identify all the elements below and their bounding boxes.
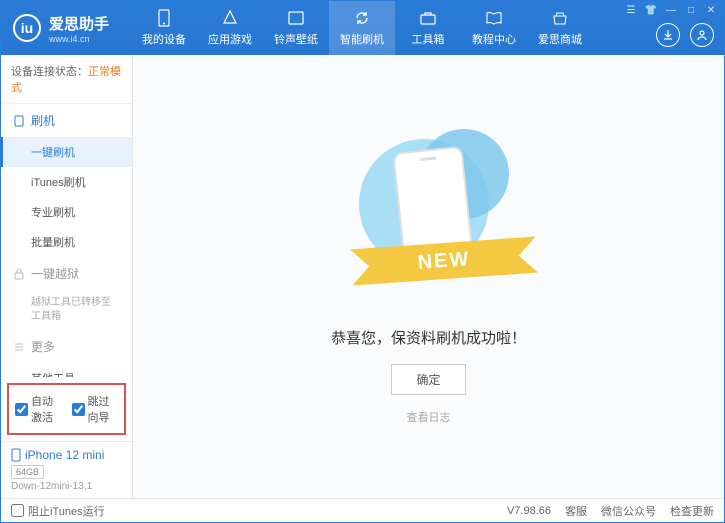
wallpaper-icon bbox=[287, 9, 305, 27]
footer: 阻止iTunes运行 V7.98.66 客服 微信公众号 检查更新 bbox=[1, 498, 724, 522]
view-log-link[interactable]: 查看日志 bbox=[407, 409, 451, 425]
group-flash[interactable]: 刷机 bbox=[1, 104, 132, 137]
top-nav: 我的设备 应用游戏 铃声壁纸 智能刷机 工具箱 教程中心 爱思商城 bbox=[131, 1, 593, 55]
device-box[interactable]: iPhone 12 mini 64GB Down-12mini-13,1 bbox=[1, 441, 132, 498]
store-icon bbox=[551, 9, 569, 27]
group-jailbreak[interactable]: 一键越狱 bbox=[1, 257, 132, 290]
item-itunes-flash[interactable]: iTunes刷机 bbox=[1, 167, 132, 197]
book-icon bbox=[485, 9, 503, 27]
jailbreak-note: 越狱工具已转移至工具箱 bbox=[1, 290, 132, 330]
device-status: 设备连接状态：正常模式 bbox=[1, 55, 132, 104]
phone-icon bbox=[155, 9, 173, 27]
titlebar-right-icons bbox=[656, 23, 714, 47]
device-model: Down-12mini-13,1 bbox=[11, 481, 122, 492]
brand-name: 爱思助手 bbox=[49, 13, 109, 34]
nav-flash[interactable]: 智能刷机 bbox=[329, 1, 395, 55]
toolbox-icon bbox=[419, 9, 437, 27]
success-illustration: NEW bbox=[349, 129, 509, 309]
nav-apps[interactable]: 应用游戏 bbox=[197, 1, 263, 55]
skin-icon[interactable]: 👕 bbox=[644, 3, 658, 17]
minimize-icon[interactable]: — bbox=[664, 3, 678, 17]
item-pro-flash[interactable]: 专业刷机 bbox=[1, 197, 132, 227]
apps-icon bbox=[221, 9, 239, 27]
version-label: V7.98.66 bbox=[507, 505, 551, 517]
item-other-tools[interactable]: 其他工具 bbox=[1, 363, 132, 377]
refresh-icon bbox=[353, 9, 371, 27]
user-icon[interactable] bbox=[690, 23, 714, 47]
body: 设备连接状态：正常模式 刷机 一键刷机 iTunes刷机 专业刷机 批量刷机 一… bbox=[1, 55, 724, 498]
nav-ringtone[interactable]: 铃声壁纸 bbox=[263, 1, 329, 55]
block-itunes-input[interactable] bbox=[11, 504, 24, 517]
sidebar-menu: 刷机 一键刷机 iTunes刷机 专业刷机 批量刷机 一键越狱 越狱工具已转移至… bbox=[1, 104, 132, 377]
lock-icon bbox=[13, 268, 25, 280]
block-itunes[interactable]: 阻止iTunes运行 bbox=[11, 503, 105, 519]
phone-small-icon bbox=[13, 115, 25, 127]
titlebar: iu 爱思助手 www.i4.cn 我的设备 应用游戏 铃声壁纸 智能刷机 工具… bbox=[1, 1, 724, 55]
download-icon[interactable] bbox=[656, 23, 680, 47]
cb-auto-activate[interactable]: 自动激活 bbox=[15, 393, 62, 425]
support-link[interactable]: 客服 bbox=[565, 503, 587, 519]
nav-tutorial[interactable]: 教程中心 bbox=[461, 1, 527, 55]
update-link[interactable]: 检查更新 bbox=[670, 503, 714, 519]
list-icon bbox=[13, 341, 25, 353]
cb-skip-guide-input[interactable] bbox=[72, 403, 85, 416]
device-icon bbox=[11, 448, 21, 462]
group-more[interactable]: 更多 bbox=[1, 330, 132, 363]
logo-icon: iu bbox=[13, 14, 41, 42]
ok-button[interactable]: 确定 bbox=[391, 364, 465, 395]
menu-icon[interactable]: ☰ bbox=[624, 3, 638, 17]
maximize-icon[interactable]: □ bbox=[684, 3, 698, 17]
nav-toolbox[interactable]: 工具箱 bbox=[395, 1, 461, 55]
device-storage: 64GB bbox=[11, 465, 44, 479]
cb-auto-activate-input[interactable] bbox=[15, 403, 28, 416]
brand-sub: www.i4.cn bbox=[49, 34, 109, 44]
close-icon[interactable]: ✕ bbox=[704, 3, 718, 17]
success-text: 恭喜您，保资料刷机成功啦！ bbox=[331, 327, 526, 348]
cb-skip-guide[interactable]: 跳过向导 bbox=[72, 393, 119, 425]
window-controls: ☰ 👕 — □ ✕ bbox=[624, 3, 718, 17]
footer-right: V7.98.66 客服 微信公众号 检查更新 bbox=[507, 503, 714, 519]
item-batch-flash[interactable]: 批量刷机 bbox=[1, 227, 132, 257]
sidebar: 设备连接状态：正常模式 刷机 一键刷机 iTunes刷机 专业刷机 批量刷机 一… bbox=[1, 55, 133, 498]
logo-area: iu 爱思助手 www.i4.cn bbox=[1, 13, 131, 44]
nav-store[interactable]: 爱思商城 bbox=[527, 1, 593, 55]
item-onekey-flash[interactable]: 一键刷机 bbox=[1, 137, 132, 167]
nav-my-device[interactable]: 我的设备 bbox=[131, 1, 197, 55]
device-name: iPhone 12 mini bbox=[11, 448, 122, 462]
checkbox-area: 自动激活 跳过向导 bbox=[7, 383, 126, 435]
wechat-link[interactable]: 微信公众号 bbox=[601, 503, 656, 519]
main-content: NEW 恭喜您，保资料刷机成功啦！ 确定 查看日志 bbox=[133, 55, 724, 498]
